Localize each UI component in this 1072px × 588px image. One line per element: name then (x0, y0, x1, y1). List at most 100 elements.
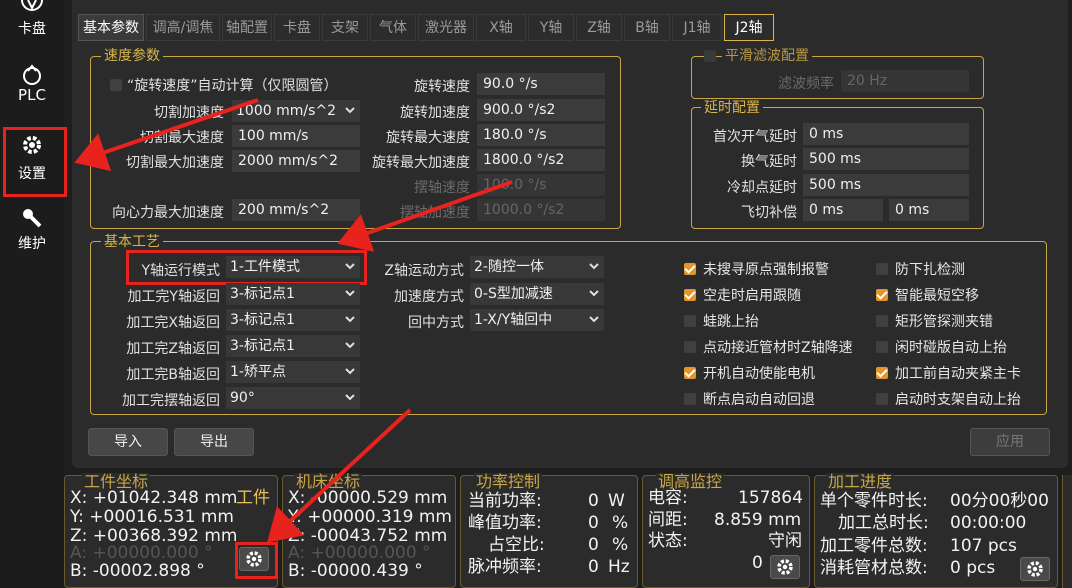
nav-maintain-label: 维护 (18, 236, 46, 252)
change-gas-delay-field[interactable]: 500 ms (803, 148, 969, 170)
swing-speed-field: 100.0 °/s (477, 174, 605, 196)
height-settings-button[interactable] (770, 555, 800, 579)
process-checkbox-label-5: 蛙跳上抬 (703, 314, 759, 330)
power-peak-label: 峰值功率: (468, 513, 542, 533)
nav-maintain[interactable]: 维护 (0, 207, 64, 257)
apply-button[interactable]: 应用 (970, 428, 1050, 456)
export-button[interactable]: 导出 (174, 428, 254, 456)
tab-6[interactable]: 气体 (370, 14, 416, 41)
nav-plc-label: PLC (18, 86, 46, 104)
nav-cardisk-label: 卡盘 (18, 21, 46, 37)
tab-7[interactable]: 激光器 (418, 14, 474, 41)
process-checkbox-6[interactable] (876, 315, 888, 327)
fly-cut-field-a[interactable]: 0 ms (803, 199, 883, 221)
return-z-select[interactable]: 3-标记点1 (226, 335, 360, 357)
import-button[interactable]: 导入 (88, 428, 168, 456)
tab-5[interactable]: 支架 (322, 14, 368, 41)
height-state-label: 状态: (648, 531, 688, 551)
return-x-select[interactable]: 3-标记点1 (226, 309, 360, 331)
center-mode-select[interactable]: 1-X/Y轴回中 (470, 309, 604, 331)
return-b-select[interactable]: 1-矫平点 (226, 361, 360, 383)
return-y-select[interactable]: 3-标记点1 (226, 283, 360, 305)
nav-cardisk[interactable]: 卡盘 (0, 0, 64, 48)
tab-13[interactable]: J2轴 (724, 14, 774, 41)
process-checkbox-2[interactable] (876, 263, 888, 275)
process-checkbox-label-8: 闲时碰版自动上抬 (895, 340, 1007, 356)
process-checkbox-10[interactable] (876, 367, 888, 379)
height-gap-label: 间距: (648, 510, 688, 530)
change-gas-delay-label: 换气延时 (741, 154, 797, 170)
rot-max-acc-field[interactable]: 1800.0 °/s2 (477, 149, 605, 171)
smooth-filter-checkbox[interactable] (704, 50, 716, 62)
power-title: 功率控制 (474, 472, 543, 491)
process-checkbox-8[interactable] (876, 341, 888, 353)
gear-icon (1027, 561, 1043, 577)
process-checkbox-3[interactable] (684, 289, 696, 301)
auto-calc-checkbox[interactable] (110, 79, 122, 91)
return-y-label: 加工完Y轴返回 (127, 289, 220, 305)
tab-2[interactable]: 调高/调焦 (146, 14, 220, 41)
cool-delay-label: 冷却点延时 (727, 180, 797, 196)
return-x-value: 3-标记点1 (230, 312, 295, 328)
process-checkbox-12[interactable] (876, 393, 888, 405)
highlight-gear-box (235, 542, 278, 579)
tab-4[interactable]: 卡盘 (274, 14, 320, 41)
z-mode-select[interactable]: 2-随控一体 (470, 256, 604, 278)
tab-8[interactable]: X轴 (476, 14, 526, 41)
process-checkbox-1[interactable] (684, 263, 696, 275)
process-checkbox-label-11: 断点启动自动回退 (703, 392, 815, 408)
cut-max-speed-field[interactable]: 100 mm/s (232, 125, 360, 147)
chevron-down-icon (345, 394, 355, 401)
fly-cut-field-b[interactable]: 0 ms (889, 199, 969, 221)
tab-1[interactable]: 基本参数 (78, 14, 144, 41)
power-freq-label: 脉冲频率: (468, 557, 542, 577)
centripetal-field[interactable]: 200 mm/s^2 (232, 199, 360, 221)
highlight-settings-box (3, 127, 67, 197)
power-peak: 0 (588, 513, 599, 533)
cut-max-acc-field[interactable]: 2000 mm/s^2 (232, 150, 360, 172)
gear-icon (777, 559, 793, 575)
filter-freq-field: 20 Hz (841, 70, 969, 92)
height-cap-label: 电容: (648, 488, 688, 508)
acc-mode-select[interactable]: 0-S型加减速 (470, 283, 604, 305)
power-freq-unit: Hz (608, 557, 630, 577)
return-y-value: 3-标记点1 (230, 286, 295, 302)
chevron-down-icon (589, 263, 599, 270)
process-checkbox-5[interactable] (684, 315, 696, 327)
tab-11[interactable]: B轴 (624, 14, 670, 41)
tab-9[interactable]: Y轴 (528, 14, 574, 41)
progress-settings-button[interactable] (1020, 557, 1050, 581)
highlight-y-mode-box (126, 250, 367, 285)
power-duty-label: 占空比: (488, 535, 545, 555)
process-checkbox-11[interactable] (684, 393, 696, 405)
z-mode-label: Z轴运动方式 (384, 263, 464, 279)
return-swing-select[interactable]: 90° (226, 387, 360, 409)
filter-freq-label: 滤波频率 (778, 76, 834, 92)
rot-acc-field[interactable]: 900.0 °/s2 (477, 99, 605, 121)
swing-acc-field: 1000.0 °/s2 (477, 199, 605, 221)
rot-speed-field[interactable]: 90.0 °/s (477, 73, 605, 95)
nav-plc[interactable]: PLC (0, 64, 64, 114)
progress-total: 00:00:00 (950, 513, 1027, 533)
fly-cut-label: 飞切补偿 (741, 205, 797, 221)
process-checkbox-label-10: 加工前自动夹紧主卡 (895, 366, 1021, 382)
first-gas-delay-field[interactable]: 0 ms (803, 123, 969, 145)
tab-10[interactable]: Z轴 (576, 14, 622, 41)
rot-max-speed-field[interactable]: 180.0 °/s (477, 124, 605, 146)
process-checkbox-7[interactable] (684, 341, 696, 353)
cut-acc-select[interactable]: 1000 mm/s^2 (232, 100, 360, 122)
chevron-down-icon (345, 290, 355, 297)
delay-group-title: 延时配置 (701, 100, 763, 116)
process-checkbox-9[interactable] (684, 367, 696, 379)
swing-speed-label: 摆轴速度 (414, 180, 470, 196)
cool-delay-field[interactable]: 500 ms (803, 174, 969, 196)
power-duty-unit: % (612, 535, 629, 555)
chevron-down-icon (589, 290, 599, 297)
process-checkbox-4[interactable] (876, 289, 888, 301)
return-z-value: 3-标记点1 (230, 338, 295, 354)
tab-3[interactable]: 轴配置 (222, 14, 272, 41)
process-checkbox-label-9: 开机自动使能电机 (703, 366, 815, 382)
tab-12[interactable]: J1轴 (672, 14, 722, 41)
return-z-label: 加工完Z轴返回 (126, 341, 220, 357)
acc-mode-label: 加速度方式 (394, 289, 464, 305)
